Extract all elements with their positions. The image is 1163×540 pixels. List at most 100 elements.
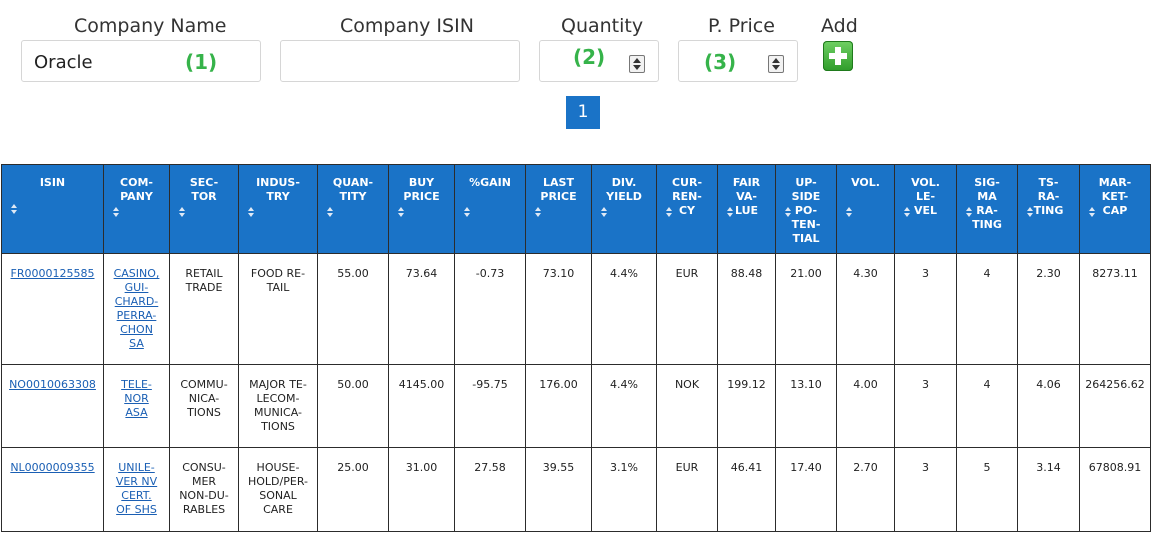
gain-cell: -95.75 (454, 364, 526, 448)
plus-icon[interactable] (823, 41, 853, 71)
sort-icon[interactable] (179, 207, 186, 217)
sector-cell: COMMU- NICA- TIONS (169, 364, 239, 448)
upside-cell: 21.00 (775, 253, 837, 365)
column-header[interactable]: %GAIN (454, 164, 526, 254)
price-annotation: (3) (704, 50, 737, 74)
company-link[interactable]: CASINO, GUI- CHARD- PERRA- CHON SA (114, 267, 160, 350)
vol-cell: 4.30 (836, 253, 895, 365)
sort-icon[interactable] (727, 207, 734, 217)
sort-icon[interactable] (327, 207, 334, 217)
isin-cell[interactable]: NO0010063308 (1, 364, 104, 448)
buy-price-cell: 73.64 (388, 253, 455, 365)
sort-icon[interactable] (1089, 207, 1096, 217)
isin-cell[interactable]: FR0000125585 (1, 253, 104, 365)
price-label: P. Price (708, 15, 775, 37)
company-cell[interactable]: TELE- NOR ASA (103, 364, 170, 448)
column-header[interactable]: ISIN (1, 164, 104, 254)
column-header[interactable]: TS- RA- TING (1017, 164, 1080, 254)
sort-icon[interactable] (666, 207, 673, 217)
sort-icon[interactable] (601, 207, 608, 217)
column-header-label: INDUS- TRY (256, 176, 300, 203)
column-header[interactable]: QUAN- TITY (317, 164, 389, 254)
sort-icon[interactable] (904, 207, 911, 217)
sort-icon[interactable] (535, 207, 542, 217)
company-cell[interactable]: CASINO, GUI- CHARD- PERRA- CHON SA (103, 253, 170, 365)
column-header[interactable]: UP- SIDE PO- TEN- TIAL (775, 164, 837, 254)
table-row: FR0000125585 CASINO, GUI- CHARD- PERRA- … (1, 253, 1151, 365)
column-header[interactable]: MAR- KET- CAP (1079, 164, 1151, 254)
industry-cell: FOOD RE- TAIL (238, 253, 318, 365)
last-price-cell: 176.00 (525, 364, 592, 448)
column-header[interactable]: SIG- MA RA- TING (956, 164, 1018, 254)
column-header[interactable]: INDUS- TRY (238, 164, 318, 254)
company-link[interactable]: UNILE- VER NV CERT. OF SHS (116, 461, 157, 516)
upside-cell: 17.40 (775, 447, 837, 532)
div-yield-cell: 4.4% (591, 364, 657, 448)
quantity-annotation: (2) (573, 45, 606, 69)
buy-price-cell: 31.00 (388, 447, 455, 532)
quantity-spinner-icon[interactable] (629, 55, 645, 73)
currency-cell: NOK (656, 364, 718, 448)
sort-icon[interactable] (464, 207, 471, 217)
column-header-label: COM- PANY (120, 176, 153, 203)
page-button-1[interactable]: 1 (566, 96, 600, 129)
column-header[interactable]: CUR- REN- CY (656, 164, 718, 254)
column-header[interactable]: FAIR VA- LUE (717, 164, 776, 254)
isin-cell[interactable]: NL0000009355 (1, 447, 104, 532)
column-header[interactable]: SEC- TOR (169, 164, 239, 254)
sort-icon[interactable] (1027, 207, 1034, 217)
buy-price-cell: 4145.00 (388, 364, 455, 448)
gain-cell: -0.73 (454, 253, 526, 365)
market-cap-cell: 67808.91 (1079, 447, 1151, 532)
price-spinner-icon[interactable] (768, 55, 784, 73)
column-header[interactable]: LAST PRICE (525, 164, 592, 254)
column-header-label: UP- SIDE PO- TEN- TIAL (791, 176, 821, 245)
div-yield-cell: 3.1% (591, 447, 657, 532)
upside-cell: 13.10 (775, 364, 837, 448)
sort-icon[interactable] (846, 207, 853, 217)
sigma-rating-cell: 4 (956, 253, 1018, 365)
column-header[interactable]: COM- PANY (103, 164, 170, 254)
portfolio-table: ISIN COM- PANY SEC- TOR INDUS- TRY QUAN-… (1, 164, 1151, 532)
fair-value-cell: 88.48 (717, 253, 776, 365)
company-cell[interactable]: UNILE- VER NV CERT. OF SHS (103, 447, 170, 532)
ts-rating-cell: 2.30 (1017, 253, 1080, 365)
price-input[interactable] (678, 40, 798, 82)
company-isin-input[interactable] (280, 40, 520, 82)
sector-cell: CONSU- MER NON-DU- RABLES (169, 447, 239, 532)
quantity-cell: 50.00 (317, 364, 389, 448)
sort-icon[interactable] (785, 207, 792, 217)
sort-icon[interactable] (113, 207, 120, 217)
quantity-cell: 55.00 (317, 253, 389, 365)
fair-value-cell: 199.12 (717, 364, 776, 448)
industry-cell: MAJOR TE- LECOM- MUNICA- TIONS (238, 364, 318, 448)
sort-icon[interactable] (398, 207, 405, 217)
column-header-label: SIG- MA RA- TING (972, 176, 1002, 231)
column-header[interactable]: BUY PRICE (388, 164, 455, 254)
column-header[interactable]: VOL. (836, 164, 895, 254)
sigma-rating-cell: 4 (956, 364, 1018, 448)
market-cap-cell: 264256.62 (1079, 364, 1151, 448)
ts-rating-cell: 3.14 (1017, 447, 1080, 532)
sort-icon[interactable] (966, 207, 973, 217)
sort-icon[interactable] (11, 204, 18, 214)
div-yield-cell: 4.4% (591, 253, 657, 365)
sort-icon[interactable] (248, 207, 255, 217)
column-header-label: QUAN- TITY (332, 176, 374, 203)
isin-link[interactable]: NL0000009355 (10, 461, 94, 474)
isin-link[interactable]: FR0000125585 (11, 267, 95, 280)
add-label: Add (821, 15, 858, 37)
column-header-label: ISIN (39, 176, 66, 189)
column-header[interactable]: VOL. LE- VEL (894, 164, 957, 254)
company-link[interactable]: TELE- NOR ASA (121, 378, 152, 419)
company-name-annotation: (1) (185, 50, 218, 74)
column-header-label: SEC- TOR (189, 176, 219, 203)
currency-cell: EUR (656, 253, 718, 365)
column-header[interactable]: DIV. YIELD (591, 164, 657, 254)
company-name-input[interactable]: Oracle (21, 40, 261, 82)
column-header-label: %GAIN (469, 176, 511, 189)
isin-link[interactable]: NO0010063308 (9, 378, 96, 391)
column-header-label: BUY PRICE (403, 176, 440, 203)
column-header-label: LAST PRICE (540, 176, 577, 203)
table-row: NO0010063308 TELE- NOR ASA COMMU- NICA- … (1, 364, 1151, 448)
